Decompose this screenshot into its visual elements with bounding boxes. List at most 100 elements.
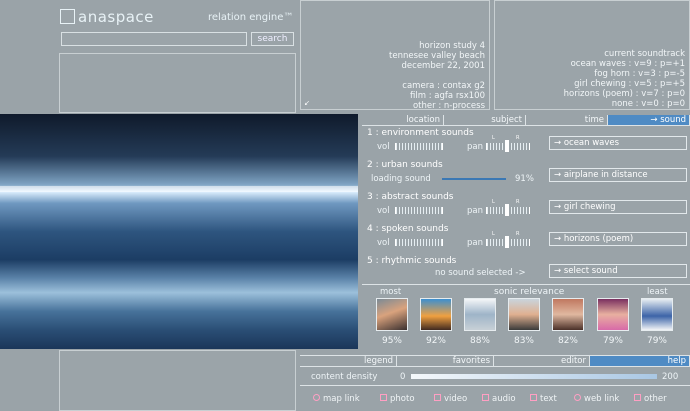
- soundtrack-item[interactable]: girl chewing : v=5 : p=+5: [499, 79, 685, 89]
- arrow-right-icon: →: [554, 138, 564, 148]
- link-label: video: [444, 394, 468, 404]
- photo-link[interactable]: photo: [380, 394, 415, 404]
- pan-knob-icon[interactable]: [505, 236, 509, 248]
- tab-sound[interactable]: → sound: [608, 115, 690, 125]
- resize-handle-icon[interactable]: ↙: [304, 99, 310, 107]
- abstract-sounds-title: 3 : abstract sounds: [367, 192, 454, 202]
- pan-label: pan: [467, 238, 483, 248]
- pan-right-mark: R: [516, 231, 520, 237]
- photo-title: horizon study 4: [419, 41, 485, 51]
- environment-sounds-title: 1 : environment sounds: [367, 128, 474, 138]
- tab-location[interactable]: location: [362, 115, 444, 125]
- spoken-vol-slider[interactable]: [395, 239, 443, 246]
- environment-sound-select[interactable]: → ocean waves: [549, 136, 687, 150]
- relevance-pct: 82%: [557, 336, 578, 346]
- pan-knob-icon[interactable]: [505, 140, 509, 152]
- photo-location: tennesee valley beach: [389, 51, 485, 61]
- arrow-right-icon: →: [554, 266, 564, 276]
- tab-time[interactable]: time: [526, 115, 608, 125]
- tab-favorites[interactable]: favorites: [397, 356, 494, 366]
- photo-date: december 22, 2001: [401, 61, 485, 71]
- lower-left-panel: [59, 350, 296, 411]
- loading-pct: 91%: [515, 174, 534, 184]
- arrow-right-icon: →: [554, 234, 564, 244]
- bottom-tab-bar: legend favorites editor help: [300, 355, 690, 367]
- tab-subject[interactable]: subject: [444, 115, 526, 125]
- urban-sound-select[interactable]: → airplane in distance: [549, 168, 687, 182]
- web-link-icon: [574, 394, 581, 401]
- avatar[interactable]: [464, 298, 496, 331]
- results-panel: [59, 53, 296, 113]
- logo-icon: [60, 9, 75, 24]
- tab-legend[interactable]: legend: [300, 356, 397, 366]
- spoken-sound-select[interactable]: → horizons (poem): [549, 232, 687, 246]
- audio-link[interactable]: audio: [482, 394, 516, 404]
- search-button[interactable]: search: [251, 32, 294, 46]
- avatar[interactable]: [552, 298, 584, 331]
- rhythmic-sound-select[interactable]: → select sound: [549, 264, 687, 278]
- pan-left-mark: L: [492, 199, 495, 205]
- select-value: horizons (poem): [563, 234, 634, 244]
- engine-label: relation engine™: [208, 12, 294, 23]
- link-label: web link: [584, 394, 620, 404]
- video-icon: [434, 394, 441, 401]
- divider: [362, 284, 690, 285]
- relevance-pct: 83%: [513, 336, 534, 346]
- pan-label: pan: [467, 206, 483, 216]
- pan-left-mark: L: [492, 135, 495, 141]
- avatar[interactable]: [508, 298, 540, 331]
- tab-help[interactable]: help: [590, 356, 690, 366]
- avatar[interactable]: [376, 298, 408, 331]
- link-label: photo: [390, 394, 415, 404]
- soundtrack-item[interactable]: none : v=0 : p=0: [499, 99, 685, 109]
- spoken-sounds-title: 4 : spoken sounds: [367, 224, 449, 234]
- text-link[interactable]: text: [530, 394, 557, 404]
- photo-film: film : agfa rsx100: [410, 91, 485, 101]
- relevance-pct: 79%: [602, 336, 623, 346]
- logo-text: anaspace: [78, 8, 154, 26]
- avatar[interactable]: [420, 298, 452, 331]
- vol-label: vol: [377, 238, 390, 248]
- photo-other: other : n-process: [412, 101, 485, 111]
- relevance-pct: 95%: [381, 336, 402, 346]
- video-link[interactable]: video: [434, 394, 467, 404]
- abstract-vol-slider[interactable]: [395, 207, 443, 214]
- least-label: least: [647, 287, 668, 297]
- urban-sounds-title: 2 : urban sounds: [367, 160, 443, 170]
- relevance-pct: 92%: [425, 336, 446, 346]
- text-icon: [530, 394, 537, 401]
- pan-left-mark: L: [492, 231, 495, 237]
- soundtrack-item[interactable]: ocean waves : v=9 : p=+1: [499, 59, 685, 69]
- density-slider[interactable]: [411, 374, 657, 379]
- tab-editor[interactable]: editor: [494, 356, 590, 366]
- select-value: ocean waves: [563, 138, 620, 148]
- select-value: girl chewing: [563, 202, 616, 212]
- vol-label: vol: [377, 142, 390, 152]
- link-label: other: [644, 394, 667, 404]
- density-max: 200: [662, 372, 679, 382]
- environment-vol-slider[interactable]: [395, 143, 443, 150]
- pan-knob-icon[interactable]: [505, 204, 509, 216]
- map-link[interactable]: map link: [313, 394, 360, 404]
- soundtrack-item[interactable]: horizons (poem) : v=7 : p=0: [499, 89, 685, 99]
- pan-right-mark: R: [516, 199, 520, 205]
- pan-label: pan: [467, 142, 483, 152]
- soundtrack-item[interactable]: fog horn : v=3 : p=-5: [499, 69, 685, 79]
- rhythmic-sounds-title: 5 : rhythmic sounds: [367, 256, 457, 266]
- link-label: text: [540, 394, 557, 404]
- map-link-icon: [313, 394, 320, 401]
- horizon-glow: [0, 186, 358, 192]
- avatar[interactable]: [597, 298, 629, 331]
- other-link[interactable]: other: [634, 394, 667, 404]
- pan-right-mark: R: [516, 135, 520, 141]
- link-label: map link: [323, 394, 360, 404]
- abstract-sound-select[interactable]: → girl chewing: [549, 200, 687, 214]
- avatar[interactable]: [641, 298, 673, 331]
- web-link[interactable]: web link: [574, 394, 619, 404]
- no-sound-label: no sound selected ->: [435, 268, 526, 278]
- photo-camera: camera : contax g2: [402, 81, 485, 91]
- app-logo[interactable]: anaspace: [60, 8, 154, 26]
- search-input[interactable]: [61, 32, 247, 46]
- loading-progress-bar: [442, 178, 506, 180]
- main-photo[interactable]: [0, 114, 358, 349]
